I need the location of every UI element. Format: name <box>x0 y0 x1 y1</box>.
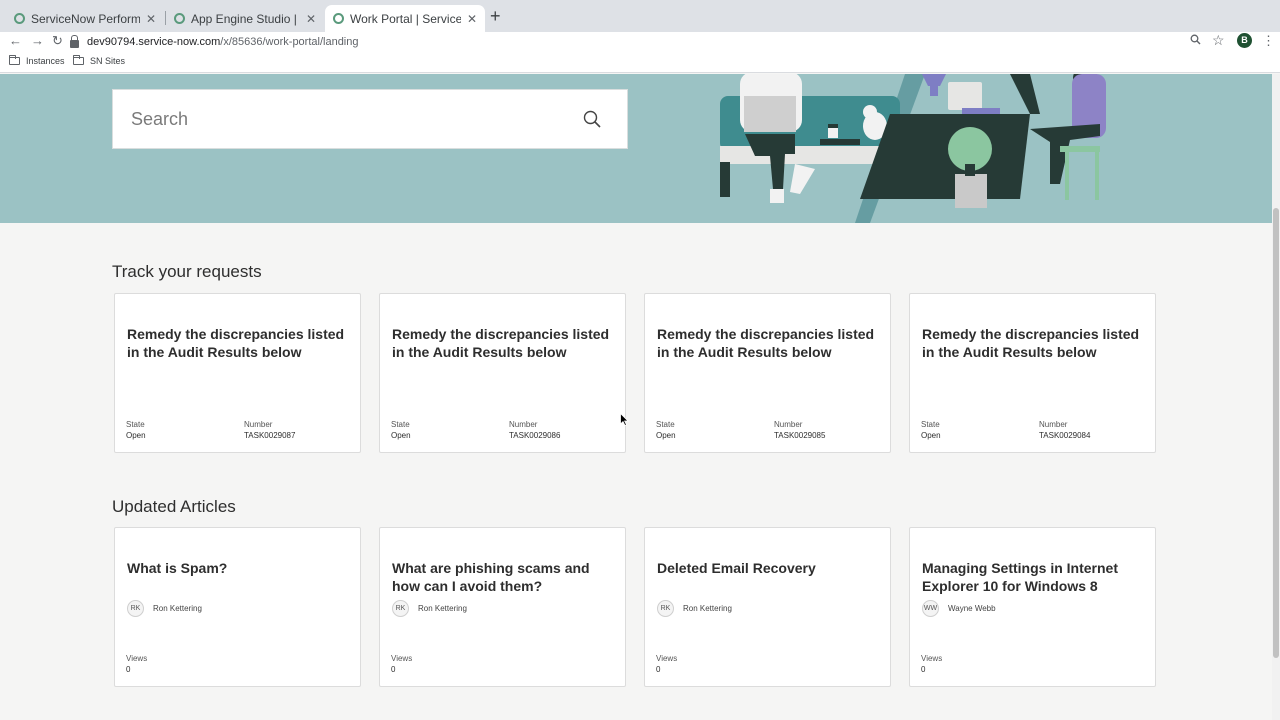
state-label: State <box>921 420 940 429</box>
state-value: Open <box>921 431 941 440</box>
article-card[interactable]: Deleted Email Recovery RK Ron Kettering … <box>644 527 891 687</box>
article-title: What are phishing scams and how can I av… <box>392 560 590 594</box>
request-title: Remedy the discrepancies listed in the A… <box>127 326 345 360</box>
tab-label: App Engine Studio | ServiceNo <box>191 11 300 26</box>
article-title: Deleted Email Recovery <box>657 560 816 576</box>
views-label: Views <box>656 654 678 663</box>
bookmark-label: SN Sites <box>90 56 126 66</box>
servicenow-favicon-icon <box>174 13 185 24</box>
tab-label: ServiceNow Performance | Se <box>31 11 140 26</box>
article-card[interactable]: What are phishing scams and how can I av… <box>379 527 626 687</box>
address-bar: ← → ↻ dev90794.service-now.com/x/85636/w… <box>0 32 1280 52</box>
number-label: Number <box>509 420 538 429</box>
browser-menu-icon[interactable]: ⋮ <box>1262 33 1275 49</box>
views-label: Views <box>921 654 943 663</box>
new-tab-icon[interactable]: + <box>490 7 501 25</box>
close-tab-icon[interactable]: ✕ <box>306 12 316 26</box>
bookmark-sn-sites[interactable]: SN Sites <box>73 55 126 66</box>
state-value: Open <box>656 431 676 440</box>
back-icon[interactable]: ← <box>9 33 22 49</box>
browser-tab[interactable]: App Engine Studio | ServiceNo ✕ <box>166 5 324 32</box>
search-input[interactable] <box>131 108 571 130</box>
bookmarks-bar: Instances SN Sites <box>0 52 1280 73</box>
section-title-requests: Track your requests <box>112 262 262 281</box>
author-name: Ron Kettering <box>153 604 202 613</box>
request-title: Remedy the discrepancies listed in the A… <box>922 326 1140 360</box>
url-field[interactable]: dev90794.service-now.com/x/85636/work-po… <box>70 33 1230 51</box>
close-tab-icon[interactable]: ✕ <box>467 12 477 26</box>
article-author: RK Ron Kettering <box>392 600 467 617</box>
request-title: Remedy the discrepancies listed in the A… <box>657 326 875 360</box>
article-author: RK Ron Kettering <box>127 600 202 617</box>
views-value: 0 <box>656 665 661 674</box>
hero-banner <box>0 74 1280 223</box>
scrollbar-thumb[interactable] <box>1273 208 1279 658</box>
article-title: What is Spam? <box>127 560 228 576</box>
avatar: RK <box>127 600 144 617</box>
views-value: 0 <box>921 665 926 674</box>
avatar: RK <box>657 600 674 617</box>
article-card[interactable]: What is Spam? RK Ron Kettering Views 0 <box>114 527 361 687</box>
author-name: Ron Kettering <box>418 604 467 613</box>
bookmark-star-icon[interactable]: ☆ <box>1212 32 1225 49</box>
number-label: Number <box>1039 420 1068 429</box>
number-value: TASK0029087 <box>244 431 296 440</box>
search-icon[interactable] <box>583 110 601 133</box>
close-tab-icon[interactable]: ✕ <box>146 12 156 26</box>
browser-tab[interactable]: ServiceNow Performance | Se ✕ <box>6 5 164 32</box>
lock-icon <box>70 34 79 48</box>
tab-label: Work Portal | ServiceNow <box>350 11 461 26</box>
avatar: RK <box>392 600 409 617</box>
search-box <box>112 89 628 149</box>
article-author: RK Ron Kettering <box>657 600 732 617</box>
number-label: Number <box>244 420 273 429</box>
forward-icon[interactable]: → <box>31 33 44 49</box>
number-label: Number <box>774 420 803 429</box>
servicenow-favicon-icon <box>333 13 344 24</box>
views-label: Views <box>391 654 413 663</box>
article-card[interactable]: Managing Settings in Internet Explorer 1… <box>909 527 1156 687</box>
folder-icon <box>9 55 20 65</box>
state-label: State <box>391 420 410 429</box>
section-title-articles: Updated Articles <box>112 497 236 516</box>
profile-avatar[interactable]: B <box>1237 33 1252 48</box>
request-card[interactable]: Remedy the discrepancies listed in the A… <box>379 293 626 453</box>
bookmark-label: Instances <box>26 56 65 66</box>
views-label: Views <box>126 654 148 663</box>
url-path: /x/85636/work-portal/landing <box>220 36 359 48</box>
request-card[interactable]: Remedy the discrepancies listed in the A… <box>114 293 361 453</box>
article-title: Managing Settings in Internet Explorer 1… <box>922 560 1119 594</box>
state-value: Open <box>126 431 146 440</box>
author-name: Ron Kettering <box>683 604 732 613</box>
folder-icon <box>73 55 84 65</box>
state-label: State <box>126 420 145 429</box>
request-card[interactable]: Remedy the discrepancies listed in the A… <box>909 293 1156 453</box>
state-value: Open <box>391 431 411 440</box>
article-author: WW Wayne Webb <box>922 600 996 617</box>
browser-tab-bar: ServiceNow Performance | Se ✕ App Engine… <box>0 0 1280 32</box>
url-host: dev90794.service-now.com <box>87 36 221 48</box>
office-illustration <box>720 74 1106 223</box>
zoom-icon[interactable] <box>1190 34 1201 48</box>
request-title: Remedy the discrepancies listed in the A… <box>392 326 610 360</box>
number-value: TASK0029084 <box>1039 431 1091 440</box>
bookmark-instances[interactable]: Instances <box>9 55 65 66</box>
mouse-cursor-icon <box>620 413 629 426</box>
servicenow-favicon-icon <box>14 13 25 24</box>
author-name: Wayne Webb <box>948 604 996 613</box>
reload-icon[interactable]: ↻ <box>52 33 63 49</box>
state-label: State <box>656 420 675 429</box>
avatar: WW <box>922 600 939 617</box>
number-value: TASK0029086 <box>509 431 561 440</box>
number-value: TASK0029085 <box>774 431 826 440</box>
views-value: 0 <box>391 665 396 674</box>
browser-tab-active[interactable]: Work Portal | ServiceNow ✕ <box>325 5 485 32</box>
views-value: 0 <box>126 665 131 674</box>
request-card[interactable]: Remedy the discrepancies listed in the A… <box>644 293 891 453</box>
